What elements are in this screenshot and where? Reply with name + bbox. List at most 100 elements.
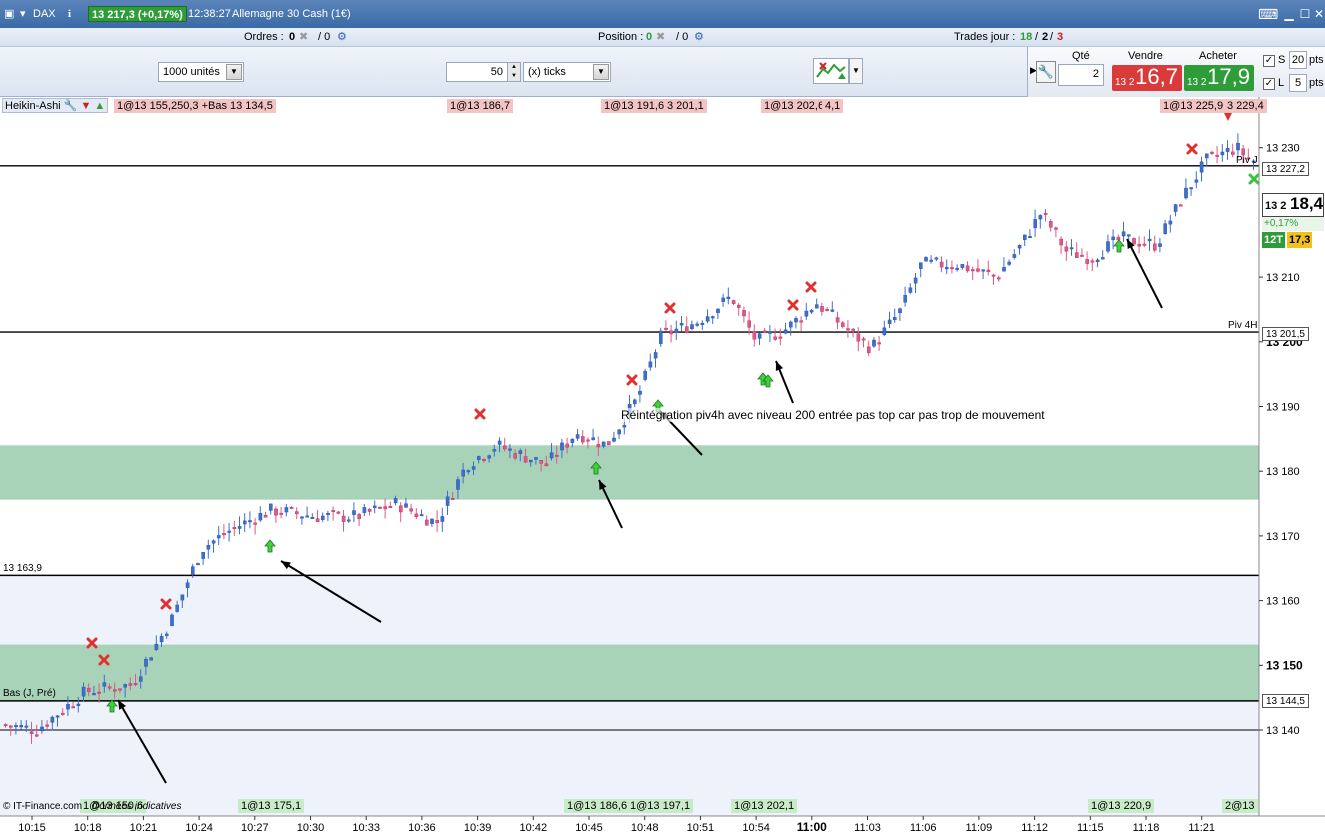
chevron-down-icon[interactable]: ▼ xyxy=(593,64,609,80)
instrument-dropdown-icon[interactable]: ▾ xyxy=(20,0,26,28)
candle-body xyxy=(222,533,226,536)
candle-body xyxy=(310,517,315,519)
candle-body xyxy=(92,693,96,696)
limit-input[interactable]: 5 xyxy=(1289,74,1307,92)
candle-body xyxy=(1204,153,1209,159)
clock-time: 12:38:27 xyxy=(188,8,231,20)
info-icon[interactable]: i xyxy=(68,0,71,28)
candle-body xyxy=(534,457,538,460)
candle-body xyxy=(633,399,637,405)
top-trade-tag: 3 229,4 xyxy=(1224,99,1267,113)
quantity-label: Qté xyxy=(1072,50,1090,62)
sell-label: Vendre xyxy=(1128,50,1163,62)
chevron-down-icon[interactable]: ▼ xyxy=(226,64,242,80)
candle-body xyxy=(971,269,975,272)
support-zone xyxy=(0,644,1259,701)
price-chart[interactable]: 13 23013 21013 20013 19013 18013 17013 1… xyxy=(0,97,1325,836)
time-axis-label: 11:12 xyxy=(1021,822,1048,834)
position-cancel-icon[interactable]: ✖ xyxy=(656,28,665,47)
candle-body xyxy=(1142,243,1147,246)
time-axis-label: 11:03 xyxy=(854,822,881,834)
remove-icon[interactable]: ▼ xyxy=(80,100,91,112)
time-axis-label: 10:18 xyxy=(74,822,102,834)
candle-body xyxy=(1059,238,1063,246)
sell-button[interactable]: 13 2 16,7 xyxy=(1112,64,1182,91)
candle-body xyxy=(908,287,913,293)
candle-body xyxy=(1178,204,1183,207)
chart-canvas[interactable]: 13 23013 21013 20013 19013 18013 17013 1… xyxy=(0,97,1325,836)
candle-body xyxy=(560,442,564,451)
candle-body xyxy=(653,352,658,359)
candle-body xyxy=(1048,221,1053,228)
candle-body xyxy=(216,535,221,539)
candle-body xyxy=(326,512,330,515)
candle-body xyxy=(258,512,263,521)
candle-body xyxy=(1230,151,1235,155)
position-settings-icon[interactable]: ⚙ xyxy=(694,28,704,47)
candle-body xyxy=(778,336,783,339)
candle-body xyxy=(45,724,49,727)
candle-body xyxy=(830,309,835,312)
candle-body xyxy=(513,453,517,459)
limit-checkbox[interactable]: ✓ xyxy=(1263,78,1275,90)
instrument-name[interactable]: DAX xyxy=(33,0,56,28)
candle-body xyxy=(1028,236,1032,239)
candle-body xyxy=(1126,234,1131,237)
candle-body xyxy=(669,330,673,335)
units-select[interactable]: 1000 unités ▼ xyxy=(158,62,244,82)
candle-body xyxy=(544,463,549,466)
wrench-icon[interactable]: 🔧 xyxy=(64,100,78,112)
keyboard-icon[interactable]: ⌨ xyxy=(1258,5,1278,23)
stop-unit: pts xyxy=(1309,54,1324,66)
quantity-input[interactable]: 2 xyxy=(1058,64,1104,86)
add-icon[interactable]: ▲ xyxy=(94,100,105,112)
candle-body xyxy=(529,459,533,463)
candle-body xyxy=(430,518,434,524)
current-price-prefix: 13 2 xyxy=(1265,200,1287,212)
candle-body xyxy=(112,689,117,692)
candle-body xyxy=(279,512,284,515)
level-label: Piv J xyxy=(1236,155,1258,166)
chevron-down-icon[interactable]: ▼ xyxy=(849,58,863,84)
candle-body xyxy=(508,448,512,451)
candle-body xyxy=(924,257,928,262)
ticks-stepper[interactable]: ▲ ▼ xyxy=(507,62,521,82)
candle-body xyxy=(1147,238,1152,242)
candle-body xyxy=(388,506,393,508)
buy-button[interactable]: 13 2 17,9 xyxy=(1184,64,1254,91)
buy-label: Acheter xyxy=(1199,50,1237,62)
candle-body xyxy=(29,731,34,735)
candle-body xyxy=(747,320,751,328)
orders-settings-icon[interactable]: ⚙ xyxy=(337,28,347,47)
candle-body xyxy=(289,506,294,509)
candle-body xyxy=(487,455,492,459)
candle-body xyxy=(399,505,403,513)
stop-checkbox[interactable]: ✓ xyxy=(1263,55,1275,67)
close-icon[interactable]: ✕ xyxy=(1310,5,1325,23)
wrench-icon[interactable]: 🔧 xyxy=(1036,61,1056,83)
indicator-header[interactable]: Heikin-Ashi 🔧 ▼ ▲ xyxy=(2,98,109,113)
strategy-icon[interactable] xyxy=(813,58,849,84)
candle-body xyxy=(851,328,855,331)
level-label: Piv 4H xyxy=(1228,320,1258,331)
time-axis-label: 10:36 xyxy=(408,822,436,834)
candle-body xyxy=(1074,252,1079,258)
candle-body xyxy=(1189,187,1193,190)
bottom-trade-tag: 1@13 197,1 xyxy=(627,799,694,813)
current-price: 18,4 xyxy=(1290,194,1324,213)
ticks-input[interactable]: 50 xyxy=(446,62,508,82)
candle-body xyxy=(373,505,377,508)
candle-body xyxy=(955,267,959,270)
top-trade-tag: 3 201,1 xyxy=(664,99,707,113)
candle-body xyxy=(461,469,466,477)
candle-body xyxy=(1111,236,1115,240)
chart-icon[interactable]: ▣ xyxy=(4,0,14,28)
info-row: Ordres : 0 ✖ / 0 ⚙ Position : 0 ✖ / 0 ⚙ … xyxy=(0,28,1325,47)
candle-body xyxy=(175,604,180,612)
candle-body xyxy=(440,516,445,522)
stop-input[interactable]: 20 xyxy=(1289,51,1307,69)
ticks-unit-select[interactable]: (x) ticks ▼ xyxy=(523,62,611,82)
orders-cancel-icon[interactable]: ✖ xyxy=(299,28,308,47)
time-axis-label: 11:18 xyxy=(1133,822,1160,834)
trades-lost: 3 xyxy=(1057,31,1064,43)
